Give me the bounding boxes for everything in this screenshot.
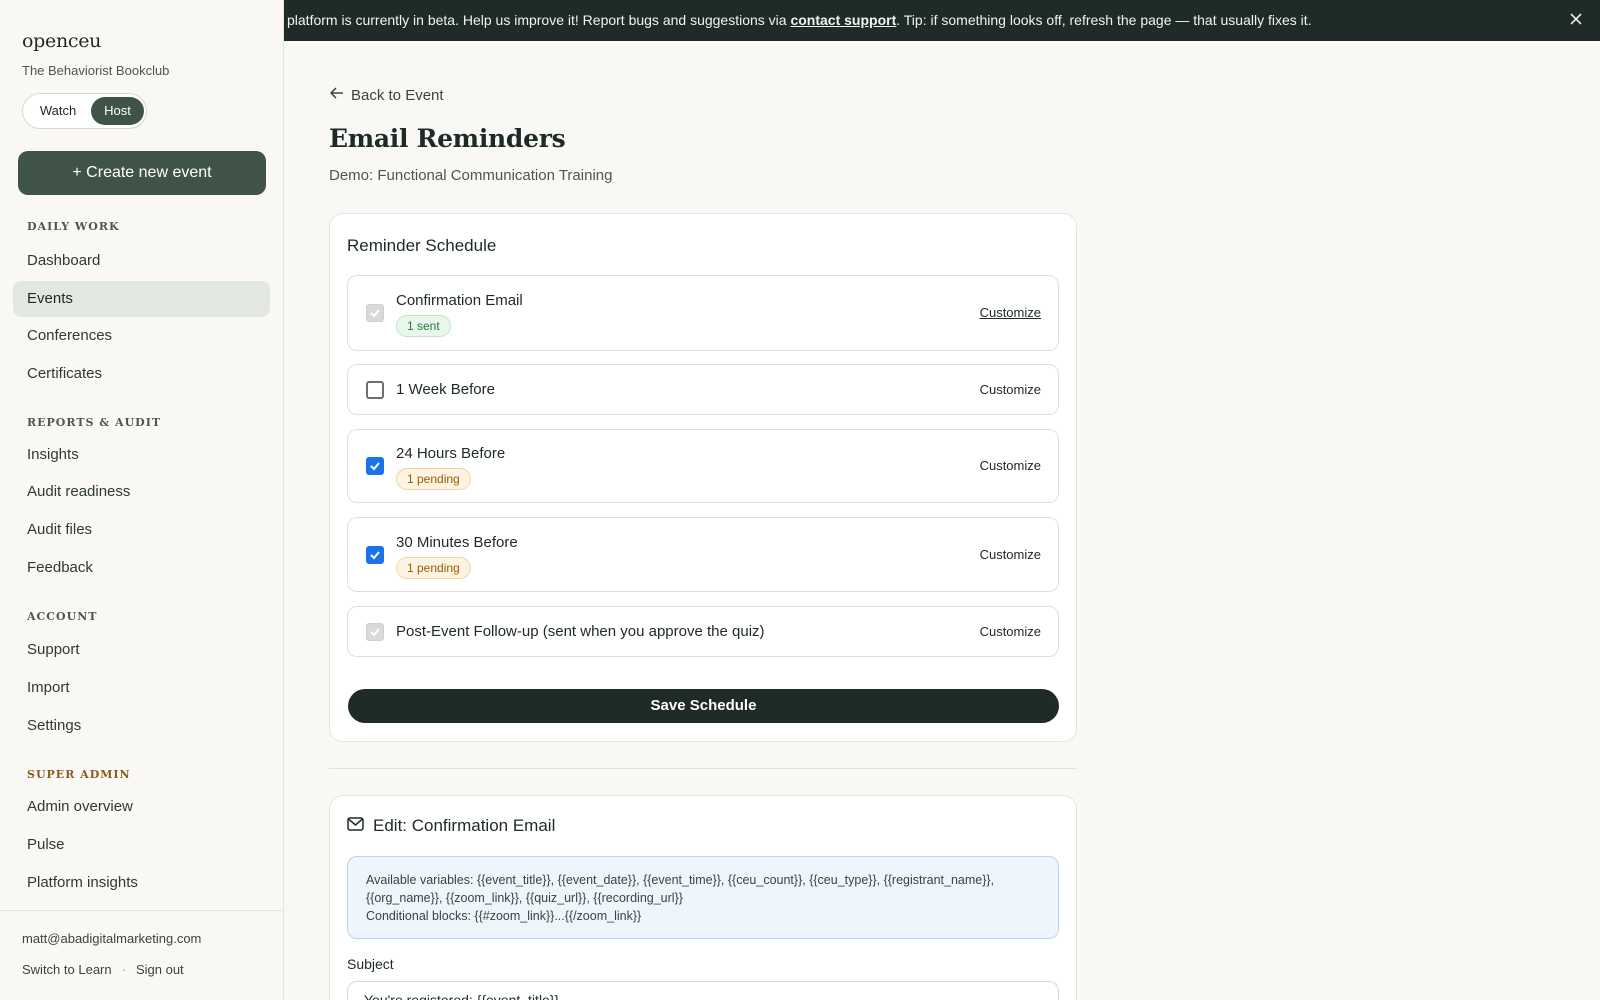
sidebar-item-import[interactable]: Import	[13, 670, 270, 706]
sent-badge: 1 sent	[396, 315, 451, 337]
post-event-checkbox	[366, 623, 384, 641]
sidebar-item-support[interactable]: Support	[13, 632, 270, 668]
save-schedule-button[interactable]: Save Schedule	[348, 689, 1059, 723]
sidebar-footer: matt@abadigitalmarketing.com Switch to L…	[0, 910, 284, 1000]
banner-text-before: platform is currently in beta. Help us i…	[287, 12, 791, 28]
banner-text-after: . Tip: if something looks off, refresh t…	[896, 12, 1312, 28]
reminder-label: 30 Minutes Before	[396, 534, 518, 551]
reminder-post-event: Post-Event Follow-up (sent when you appr…	[347, 606, 1059, 657]
pending-badge: 1 pending	[396, 557, 471, 579]
reminder-confirmation: Confirmation Email 1 sent Customize	[347, 275, 1059, 351]
edit-email-card: Edit: Confirmation Email Available varia…	[329, 795, 1077, 1000]
mail-icon	[347, 816, 364, 836]
switch-to-learn-link[interactable]: Switch to Learn	[22, 962, 112, 977]
org-name: The Behaviorist Bookclub	[22, 63, 170, 78]
footer-separator: ·	[121, 962, 126, 977]
reminder-schedule-card: Reminder Schedule Confirmation Email 1 s…	[329, 213, 1077, 742]
reminder-24-hours: 24 Hours Before 1 pending Customize	[347, 429, 1059, 503]
pending-badge: 1 pending	[396, 468, 471, 490]
sidebar-item-conferences[interactable]: Conferences	[13, 318, 270, 354]
sidebar-item-events[interactable]: Events	[13, 281, 270, 317]
sidebar-item-audit-readiness[interactable]: Audit readiness	[13, 474, 270, 510]
reminder-1-week: 1 Week Before Customize	[347, 364, 1059, 415]
subject-label: Subject	[347, 956, 394, 972]
subject-input[interactable]: You're registered: {{event_title}}	[347, 981, 1059, 1000]
section-divider	[329, 768, 1077, 769]
mode-watch-button[interactable]: Watch	[27, 97, 89, 125]
check-icon	[370, 462, 380, 471]
customize-1-week-button[interactable]: Customize	[980, 382, 1041, 397]
reminder-label: 24 Hours Before	[396, 445, 506, 462]
mode-host-button[interactable]: Host	[91, 97, 144, 125]
customize-confirmation-button[interactable]: Customize	[980, 305, 1041, 320]
check-icon	[370, 309, 380, 318]
sidebar-item-audit-files[interactable]: Audit files	[13, 512, 270, 548]
reminder-label: Post-Event Follow-up (sent when you appr…	[396, 623, 765, 640]
create-event-button[interactable]: + Create new event	[18, 151, 266, 195]
arrow-left-icon	[329, 86, 344, 104]
nav-heading-daily-work: Daily work	[27, 220, 120, 233]
variables-line: {{org_name}}, {{zoom_link}}, {{quiz_url}…	[366, 891, 683, 905]
confirmation-checkbox	[366, 304, 384, 322]
available-variables-box: Available variables: {{event_title}}, {{…	[347, 856, 1059, 939]
check-icon	[370, 551, 380, 560]
sidebar: openceu The Behaviorist Bookclub Watch H…	[0, 0, 284, 1000]
sidebar-item-feedback[interactable]: Feedback	[13, 550, 270, 586]
brand-logo[interactable]: openceu	[22, 30, 101, 52]
customize-post-event-button[interactable]: Customize	[980, 624, 1041, 639]
variables-line: Available variables: {{event_title}}, {{…	[366, 873, 995, 887]
customize-24-hours-button[interactable]: Customize	[980, 458, 1041, 473]
nav-heading-account: Account	[27, 610, 98, 623]
event-name: Demo: Functional Communication Training	[329, 167, 613, 184]
back-to-event-link[interactable]: Back to Event	[329, 86, 444, 104]
back-link-label: Back to Event	[351, 86, 444, 104]
contact-support-link[interactable]: contact support	[790, 12, 896, 28]
one-week-checkbox[interactable]	[366, 381, 384, 399]
sidebar-item-settings[interactable]: Settings	[13, 708, 270, 744]
edit-email-title: Edit: Confirmation Email	[373, 816, 556, 835]
nav-heading-super-admin: Super admin	[27, 768, 131, 781]
reminder-30-minutes: 30 Minutes Before 1 pending Customize	[347, 517, 1059, 592]
sidebar-item-dashboard[interactable]: Dashboard	[13, 243, 270, 279]
sign-out-link[interactable]: Sign out	[136, 962, 184, 977]
user-email: matt@abadigitalmarketing.com	[22, 931, 202, 946]
mode-toggle: Watch Host	[22, 93, 147, 129]
sidebar-item-certificates[interactable]: Certificates	[13, 356, 270, 392]
sidebar-item-pulse[interactable]: Pulse	[13, 827, 270, 863]
close-icon[interactable]	[1566, 0, 1586, 41]
sidebar-item-insights[interactable]: Insights	[13, 437, 270, 473]
reminder-label: 1 Week Before	[396, 381, 495, 398]
page-title: Email Reminders	[329, 124, 566, 153]
nav-heading-reports-audit: Reports & audit	[27, 416, 162, 429]
reminder-schedule-title: Reminder Schedule	[347, 236, 497, 255]
edit-email-heading: Edit: Confirmation Email	[347, 816, 555, 836]
footer-links: Switch to Learn · Sign out	[22, 962, 184, 977]
sidebar-item-admin-overview[interactable]: Admin overview	[13, 789, 270, 825]
beta-banner: platform is currently in beta. Help us i…	[284, 0, 1600, 41]
customize-30-minutes-button[interactable]: Customize	[980, 547, 1041, 562]
check-icon	[370, 628, 380, 637]
twenty-four-hours-checkbox[interactable]	[366, 457, 384, 475]
conditional-blocks-line: Conditional blocks: {{#zoom_link}}...{{/…	[366, 909, 642, 923]
sidebar-item-platform-insights[interactable]: Platform insights	[13, 865, 270, 901]
reminder-label: Confirmation Email	[396, 292, 523, 309]
thirty-minutes-checkbox[interactable]	[366, 546, 384, 564]
